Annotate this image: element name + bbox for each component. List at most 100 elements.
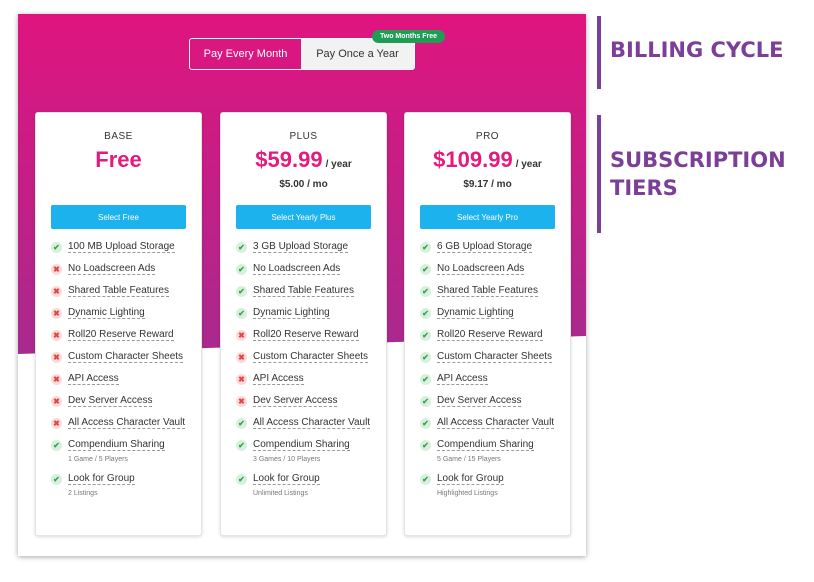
feature-label[interactable]: Dynamic Lighting	[68, 307, 145, 319]
pricing-panel: Pay Every Month Pay Once a Year Two Mont…	[18, 14, 586, 556]
feature-label[interactable]: API Access	[253, 373, 304, 385]
tier-price: $59.99	[255, 147, 323, 172]
feature-label[interactable]: Dev Server Access	[68, 395, 153, 407]
feature-label[interactable]: Dynamic Lighting	[437, 307, 514, 319]
feature-label[interactable]: Roll20 Reserve Reward	[437, 329, 543, 341]
feature-item: ✔ Custom Character Sheets	[420, 349, 565, 365]
feature-label[interactable]: No Loadscreen Ads	[68, 263, 156, 275]
feature-label[interactable]: 3 GB Upload Storage	[253, 241, 349, 253]
feature-item: ✔ Look for Group 2 Listings	[51, 471, 196, 499]
feature-label[interactable]: No Loadscreen Ads	[437, 263, 525, 275]
feature-detail: 5 Game / 15 Players	[437, 456, 501, 463]
cross-icon: ✖	[236, 396, 247, 407]
price-row: Free	[36, 147, 201, 173]
feature-item: ✖ Roll20 Reserve Reward	[51, 327, 196, 343]
feature-label[interactable]: Dev Server Access	[253, 395, 338, 407]
feature-label[interactable]: All Access Character Vault	[253, 417, 371, 429]
subscription-tiers-annotation-line1: SUBSCRIPTION	[610, 148, 786, 172]
pay-monthly-option[interactable]: Pay Every Month	[190, 39, 301, 69]
tier-card-base: BASE Free Select Free ✔ 100 MB Upload Storag…	[35, 112, 202, 536]
feature-label[interactable]: Shared Table Features	[68, 285, 169, 297]
check-icon: ✔	[236, 474, 247, 485]
price-row: $59.99/ year	[221, 147, 386, 173]
billing-cycle-annotation: BILLING CYCLE	[597, 16, 784, 89]
feature-label[interactable]: Custom Character Sheets	[437, 351, 553, 363]
feature-item: ✔ Look for Group Unlimited Listings	[236, 471, 381, 499]
feature-item: ✔ Compendium Sharing 5 Game / 15 Players	[420, 437, 565, 465]
feature-label[interactable]: Look for Group	[253, 473, 320, 485]
feature-item: ✖ Dynamic Lighting	[51, 305, 196, 321]
feature-label[interactable]: API Access	[68, 373, 119, 385]
select-pro-button[interactable]: Select Yearly Pro	[420, 205, 555, 229]
feature-label[interactable]: All Access Character Vault	[68, 417, 186, 429]
check-icon: ✔	[51, 440, 62, 451]
feature-label[interactable]: Look for Group	[437, 473, 504, 485]
subscription-tiers-annotation-line2: TIERS	[610, 176, 678, 200]
feature-label[interactable]: 6 GB Upload Storage	[437, 241, 533, 253]
feature-item: ✔ No Loadscreen Ads	[420, 261, 565, 277]
cross-icon: ✖	[51, 330, 62, 341]
tier-card-pro: PRO $109.99/ year $9.17 / mo Select Yearly …	[404, 112, 571, 536]
feature-label[interactable]: Dev Server Access	[437, 395, 522, 407]
feature-item: ✔ 100 MB Upload Storage	[51, 239, 196, 255]
select-plus-button[interactable]: Select Yearly Plus	[236, 205, 371, 229]
check-icon: ✔	[420, 396, 431, 407]
feature-item: ✖ No Loadscreen Ads	[51, 261, 196, 277]
feature-label[interactable]: Look for Group	[68, 473, 135, 485]
select-base-button[interactable]: Select Free	[51, 205, 186, 229]
feature-label[interactable]: Custom Character Sheets	[253, 351, 369, 363]
subscription-tiers-annotation: SUBSCRIPTION TIERS	[597, 115, 786, 233]
tier-card-plus: PLUS $59.99/ year $5.00 / mo Select Yearly …	[220, 112, 387, 536]
feature-item: ✔ 6 GB Upload Storage	[420, 239, 565, 255]
feature-item: ✖ Custom Character Sheets	[236, 349, 381, 365]
tier-price: $109.99	[433, 147, 513, 172]
feature-label[interactable]: Shared Table Features	[253, 285, 354, 297]
feature-label[interactable]: Roll20 Reserve Reward	[68, 329, 174, 341]
feature-label[interactable]: Roll20 Reserve Reward	[253, 329, 359, 341]
feature-label[interactable]: 100 MB Upload Storage	[68, 241, 175, 253]
feature-list: ✔ 3 GB Upload Storage ✔ No Loadscreen Ads ✔ S…	[236, 239, 381, 505]
feature-label[interactable]: Compendium Sharing	[437, 439, 534, 451]
cross-icon: ✖	[51, 352, 62, 363]
check-icon: ✔	[236, 286, 247, 297]
feature-label[interactable]: Shared Table Features	[437, 285, 538, 297]
feature-item: ✔ Shared Table Features	[236, 283, 381, 299]
feature-item: ✔ Shared Table Features	[420, 283, 565, 299]
check-icon: ✔	[236, 264, 247, 275]
feature-label[interactable]: Compendium Sharing	[68, 439, 165, 451]
feature-item: ✖ Shared Table Features	[51, 283, 196, 299]
feature-item: ✖ All Access Character Vault	[51, 415, 196, 431]
feature-label[interactable]: Dynamic Lighting	[253, 307, 330, 319]
cross-icon: ✖	[51, 308, 62, 319]
check-icon: ✔	[420, 474, 431, 485]
tier-name: PRO	[475, 131, 500, 142]
cross-icon: ✖	[51, 264, 62, 275]
feature-label[interactable]: Custom Character Sheets	[68, 351, 184, 363]
monthly-equivalent: $5.00 / mo	[279, 179, 328, 190]
feature-detail: Unlimited Listings	[253, 490, 308, 497]
feature-item: ✔ Roll20 Reserve Reward	[420, 327, 565, 343]
feature-detail: 2 Listings	[68, 490, 98, 497]
feature-item: ✔ Compendium Sharing 1 Game / 5 Players	[51, 437, 196, 465]
two-months-free-badge: Two Months Free	[372, 30, 446, 43]
feature-label[interactable]: Compendium Sharing	[253, 439, 350, 451]
check-icon: ✔	[236, 242, 247, 253]
price-period: / year	[325, 159, 352, 170]
feature-item: ✖ Dev Server Access	[236, 393, 381, 409]
tier-name: PLUS	[289, 131, 318, 142]
check-icon: ✔	[236, 418, 247, 429]
check-icon: ✔	[51, 474, 62, 485]
feature-label[interactable]: API Access	[437, 373, 488, 385]
feature-label[interactable]: All Access Character Vault	[437, 417, 555, 429]
pay-yearly-option[interactable]: Pay Once a Year	[301, 39, 414, 69]
feature-item: ✔ No Loadscreen Ads	[236, 261, 381, 277]
check-icon: ✔	[420, 418, 431, 429]
check-icon: ✔	[420, 352, 431, 363]
feature-label[interactable]: No Loadscreen Ads	[253, 263, 341, 275]
monthly-equivalent: $9.17 / mo	[463, 179, 512, 190]
billing-cycle-annotation-text: BILLING CYCLE	[610, 38, 784, 62]
cross-icon: ✖	[236, 330, 247, 341]
feature-item: ✔ API Access	[420, 371, 565, 387]
feature-item: ✖ API Access	[51, 371, 196, 387]
feature-item: ✔ Compendium Sharing 3 Games / 10 Players	[236, 437, 381, 465]
